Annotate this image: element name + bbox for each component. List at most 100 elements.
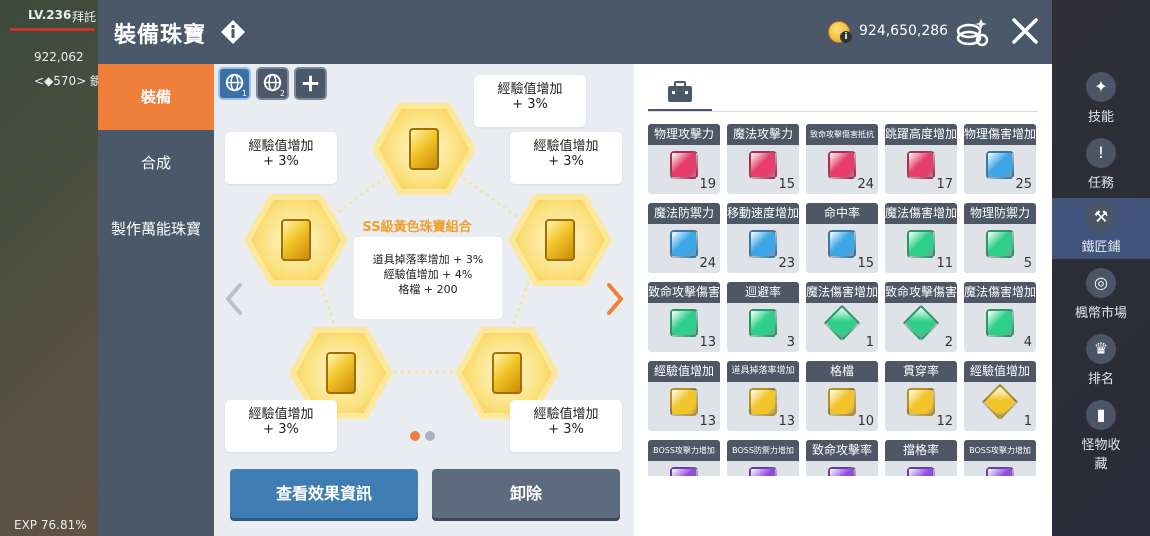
gem-icon	[749, 151, 777, 179]
jewel-card-label: 道具掉落率增加	[727, 361, 799, 382]
jewel-card[interactable]: 道具掉落率增加 13	[727, 361, 799, 431]
yellow-gem-icon	[409, 128, 439, 170]
title-bar: 裝備珠寶 i 924,650,286	[98, 0, 1052, 64]
view-effects-button[interactable]: 查看效果資訊	[230, 469, 418, 518]
menu-monster-collection[interactable]: ▮ 怪物收藏	[1052, 400, 1150, 472]
hp-bar	[10, 28, 95, 31]
jewel-card[interactable]: 貫穿率 12	[885, 361, 957, 431]
jewel-card[interactable]: 物理傷害增加 25	[964, 124, 1036, 194]
info-icon[interactable]	[220, 19, 246, 45]
sidebar-item-synthesis[interactable]: 合成	[98, 130, 214, 196]
jewel-card[interactable]: BOSS攻擊力增加	[964, 440, 1036, 476]
jewel-set-area: 1 2 經驗值增加 + 3% 經驗值增加 + 3% 經驗值增加 + 3% 經驗值增加 +…	[214, 64, 634, 536]
next-arrow-icon[interactable]	[605, 282, 625, 316]
remove-button[interactable]: 卸除	[432, 469, 620, 518]
equip-jewel-panel: 裝備珠寶 i 924,650,286 裝備 合成 製作萬能珠寶 1 2 經驗值增…	[98, 0, 1052, 536]
jewel-card[interactable]: 經驗值增加 13	[648, 361, 720, 431]
jewel-card-label: 物理防禦力	[964, 203, 1036, 224]
socket-stat-bubble: 經驗值增加 + 3%	[474, 75, 586, 127]
jewel-card[interactable]: 魔法傷害增加 1	[806, 282, 878, 352]
jewel-card[interactable]: 致命攻擊傷害抵抗 24	[806, 124, 878, 194]
jewel-card[interactable]: 迴避率 3	[727, 282, 799, 352]
jewel-card-count: 19	[699, 177, 716, 192]
jewel-card[interactable]: 魔法攻擊力 15	[727, 124, 799, 194]
jewel-card[interactable]: 物理防禦力 5	[964, 203, 1036, 273]
gem-icon	[981, 383, 1019, 421]
jewel-card-label: 命中率	[806, 203, 878, 224]
jewel-card[interactable]: 魔法防禦力 24	[648, 203, 720, 273]
gem-icon	[986, 230, 1014, 258]
jewel-card-count: 1	[1023, 414, 1032, 429]
menu-blacksmith[interactable]: ⚒ 鐵匠鋪	[1052, 198, 1150, 259]
jewel-card-label: 致命攻擊傷害	[885, 282, 957, 303]
jewel-card-count: 2	[944, 335, 953, 350]
quest-icon: !	[1086, 138, 1116, 168]
window-title: 裝備珠寶	[114, 23, 207, 48]
gem-icon	[823, 304, 861, 342]
page-dot[interactable]	[425, 431, 435, 441]
sidebar: 裝備 合成 製作萬能珠寶	[98, 64, 214, 536]
player-level: LV.236	[28, 8, 72, 22]
jewel-card[interactable]: 致命攻擊傷害 13	[648, 282, 720, 352]
meso-info-icon[interactable]: i	[840, 31, 852, 43]
jewel-card[interactable]: 格檔 10	[806, 361, 878, 431]
socket-stat-bubble: 經驗值增加 + 3%	[510, 132, 622, 184]
menu-skills[interactable]: ✦ 技能	[1052, 72, 1150, 125]
menu-ranking[interactable]: ♛ 排名	[1052, 334, 1150, 387]
gem-icon	[670, 230, 698, 258]
jewel-card-label: 擋格率	[885, 440, 957, 461]
prev-arrow-icon[interactable]	[224, 282, 244, 316]
sidebar-item-craft-universal[interactable]: 製作萬能珠寶	[98, 196, 214, 262]
jewel-card[interactable]: BOSS防禦力增加	[727, 440, 799, 476]
jewel-card-count: 12	[936, 414, 953, 429]
jewel-card-label: 跳躍高度增加	[885, 124, 957, 145]
page-dot-active[interactable]	[410, 431, 420, 441]
set-combo-title: SS級黃色珠寶組合	[362, 220, 472, 235]
gem-icon	[907, 151, 935, 179]
briefcase-icon	[668, 81, 692, 102]
gem-icon	[907, 388, 935, 416]
close-icon[interactable]	[1010, 16, 1040, 46]
sidebar-item-equip[interactable]: 裝備	[98, 64, 214, 130]
yellow-gem-icon	[492, 352, 522, 394]
jewel-card[interactable]: 命中率 15	[806, 203, 878, 273]
jewel-card-label: 致命攻擊傷害抵抗	[806, 124, 878, 145]
yellow-gem-icon	[326, 352, 356, 394]
jewel-card-label: 物理攻擊力	[648, 124, 720, 145]
jewel-card[interactable]: 魔法傷害增加 11	[885, 203, 957, 273]
socket-stat-bubble: 經驗值增加 + 3%	[225, 400, 337, 452]
player-name: 拜託	[72, 10, 97, 24]
jewel-stack-icon[interactable]	[955, 16, 989, 48]
jewel-card-count: 15	[857, 256, 874, 271]
gem-icon	[907, 467, 935, 476]
skills-icon: ✦	[1086, 72, 1116, 102]
jewel-card-count: 5	[1023, 256, 1032, 271]
gem-icon	[828, 388, 856, 416]
meso-amount: 924,650,286	[859, 23, 949, 39]
gem-icon	[670, 467, 698, 476]
jewel-card[interactable]: 經驗值增加 1	[964, 361, 1036, 431]
jewel-card[interactable]: 物理攻擊力 19	[648, 124, 720, 194]
menu-quests[interactable]: ! 任務	[1052, 138, 1150, 191]
jewel-card[interactable]: BOSS攻擊力增加	[648, 440, 720, 476]
jewel-card[interactable]: 致命攻擊率	[806, 440, 878, 476]
jewel-card[interactable]: 擋格率	[885, 440, 957, 476]
jewel-card-label: BOSS防禦力增加	[727, 440, 799, 461]
jewel-card-label: 貫穿率	[885, 361, 957, 382]
gem-icon	[749, 309, 777, 337]
gem-icon	[986, 151, 1014, 179]
jewel-card[interactable]: 魔法傷害增加 4	[964, 282, 1036, 352]
jewel-card[interactable]: 致命攻擊傷害 2	[885, 282, 957, 352]
gem-icon	[828, 230, 856, 258]
jewel-card[interactable]: 移動速度增加 23	[727, 203, 799, 273]
jewel-card-count: 3	[786, 335, 795, 350]
jewel-card[interactable]: 跳躍高度增加 17	[885, 124, 957, 194]
menu-market[interactable]: ◎ 楓幣市場	[1052, 268, 1150, 321]
jewel-card-label: 格檔	[806, 361, 878, 382]
yellow-gem-icon	[545, 219, 575, 261]
gem-icon	[749, 388, 777, 416]
jewel-card-count: 15	[778, 177, 795, 192]
gem-icon	[986, 309, 1014, 337]
jewel-card-count: 23	[778, 256, 795, 271]
tab-inventory[interactable]	[648, 74, 712, 112]
